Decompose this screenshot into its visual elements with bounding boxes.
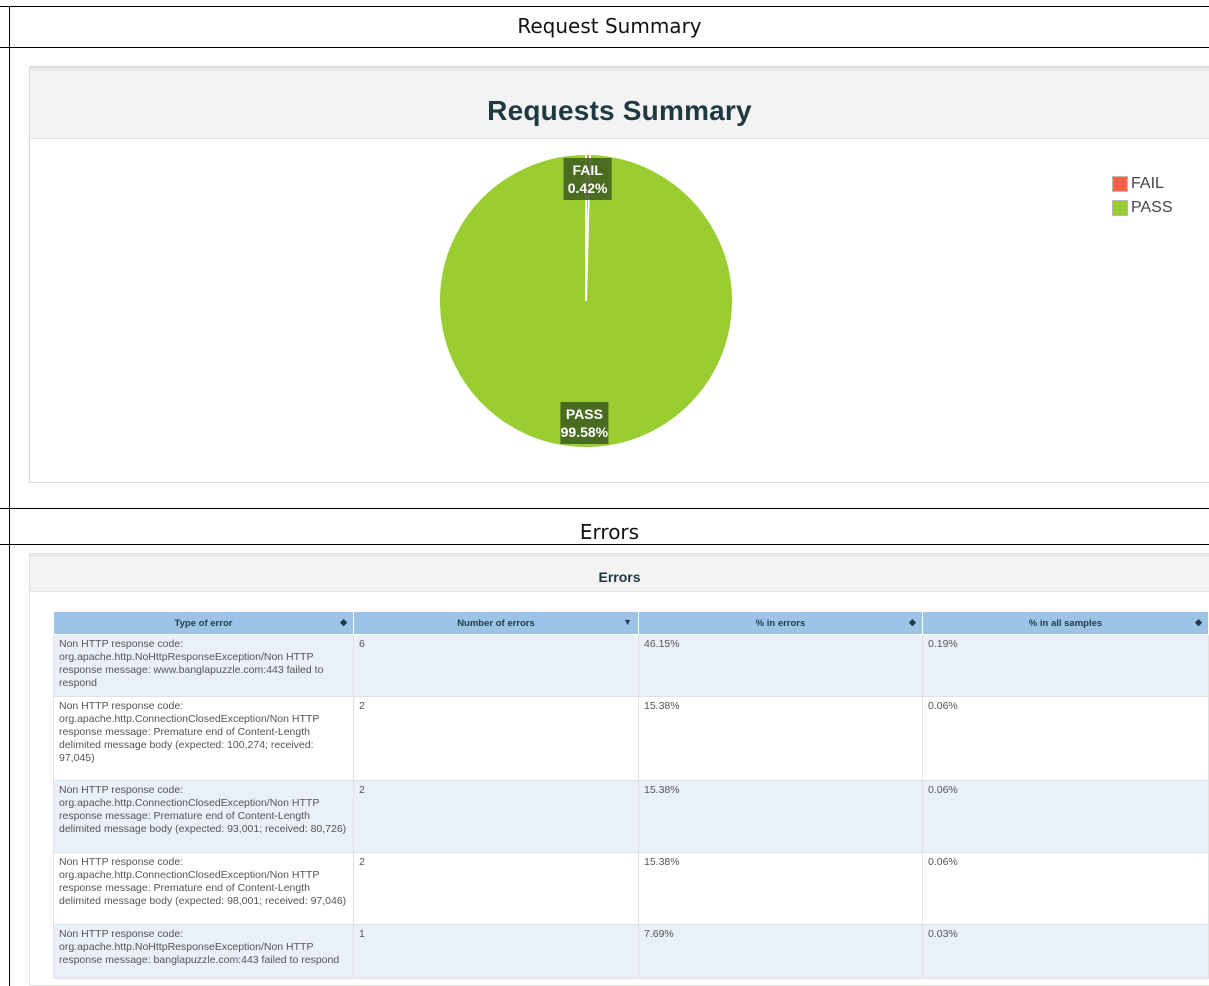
requests-summary-pie-chart[interactable]: FAIL 0.42% PASS 99.58% — [30, 139, 1209, 483]
error-count-cell: 1 — [353, 924, 639, 979]
column-header-pct-in-all-samples[interactable]: % in all samples ◆ — [921, 611, 1209, 635]
requests-summary-header: Requests Summary — [30, 67, 1209, 139]
legend-label-pass: PASS — [1131, 199, 1173, 216]
legend-label-fail: FAIL — [1131, 175, 1164, 192]
error-type-cell: Non HTTP response code: org.apache.http.… — [53, 780, 354, 853]
pie-label-fail: FAIL 0.42% — [563, 158, 612, 201]
table-row: Non HTTP response code: org.apache.http.… — [53, 924, 1209, 979]
error-type-cell: Non HTTP response code: org.apache.http.… — [53, 634, 354, 697]
table-row: Non HTTP response code: org.apache.http.… — [53, 696, 1209, 781]
table-row: Non HTTP response code: org.apache.http.… — [53, 780, 1209, 853]
legend-swatch-fail — [1112, 176, 1128, 192]
pct-in-samples-cell: 0.06% — [921, 852, 1209, 925]
legend-item-pass[interactable]: PASS — [1112, 196, 1173, 220]
errors-caption: Errors — [579, 520, 640, 544]
errors-panel-title: Errors — [598, 569, 641, 585]
error-type-cell: Non HTTP response code: org.apache.http.… — [53, 852, 354, 925]
svg-text:PASS: PASS — [566, 406, 603, 422]
error-count-cell: 2 — [353, 780, 639, 853]
pct-in-errors-cell: 15.38% — [638, 696, 923, 781]
pct-in-errors-cell: 15.38% — [638, 780, 923, 853]
error-type-cell: Non HTTP response code: org.apache.http.… — [53, 924, 354, 979]
svg-text:99.58%: 99.58% — [561, 424, 609, 440]
sort-desc-icon[interactable]: ▼ — [623, 617, 632, 627]
error-count-cell: 2 — [353, 852, 639, 925]
table-row: Non HTTP response code: org.apache.http.… — [53, 634, 1209, 697]
pie-legend: FAIL PASS — [1112, 172, 1173, 220]
table-row: Non HTTP response code: org.apache.http.… — [53, 852, 1209, 925]
errors-panel-header: Errors — [30, 554, 1209, 592]
pct-in-samples-cell: 0.06% — [921, 780, 1209, 853]
column-header-pct-in-errors[interactable]: % in errors ◆ — [638, 611, 923, 635]
sort-icon[interactable]: ◆ — [340, 617, 347, 628]
errors-table-header-row: Type of error ◆ Number of errors ▼ % in er… — [53, 611, 1209, 635]
pct-in-errors-cell: 7.69% — [638, 924, 923, 979]
caption-divider — [0, 544, 1209, 545]
requests-summary-panel: Requests Summary FAIL 0.42% PASS 99.58% — [29, 66, 1209, 483]
legend-item-fail[interactable]: FAIL — [1112, 172, 1173, 196]
pct-in-errors-cell: 15.38% — [638, 852, 923, 925]
sort-icon[interactable]: ◆ — [1195, 617, 1202, 628]
pct-in-samples-cell: 0.06% — [921, 696, 1209, 781]
pct-in-samples-cell: 0.19% — [921, 634, 1209, 697]
error-count-cell: 6 — [353, 634, 639, 697]
caption-divider — [0, 508, 1209, 509]
frame-top-border — [0, 6, 1209, 7]
sort-icon[interactable]: ◆ — [909, 617, 916, 628]
legend-swatch-pass — [1112, 200, 1128, 216]
pie-label-pass: PASS 99.58% — [560, 401, 609, 444]
column-header-type-of-error[interactable]: Type of error ◆ — [53, 611, 354, 635]
frame-left-border — [9, 6, 10, 986]
pct-in-samples-cell: 0.03% — [921, 924, 1209, 979]
requests-summary-title: Requests Summary — [487, 95, 752, 126]
pct-in-errors-cell: 46.15% — [638, 634, 923, 697]
error-type-cell: Non HTTP response code: org.apache.http.… — [53, 696, 354, 781]
error-count-cell: 2 — [353, 696, 639, 781]
caption-divider — [0, 47, 1209, 48]
column-header-number-of-errors[interactable]: Number of errors ▼ — [353, 611, 639, 635]
errors-table: Type of error ◆ Number of errors ▼ % in er… — [53, 611, 1209, 979]
svg-text:0.42%: 0.42% — [568, 180, 608, 196]
svg-text:FAIL: FAIL — [572, 162, 603, 178]
request-summary-caption: Request Summary — [517, 14, 702, 38]
